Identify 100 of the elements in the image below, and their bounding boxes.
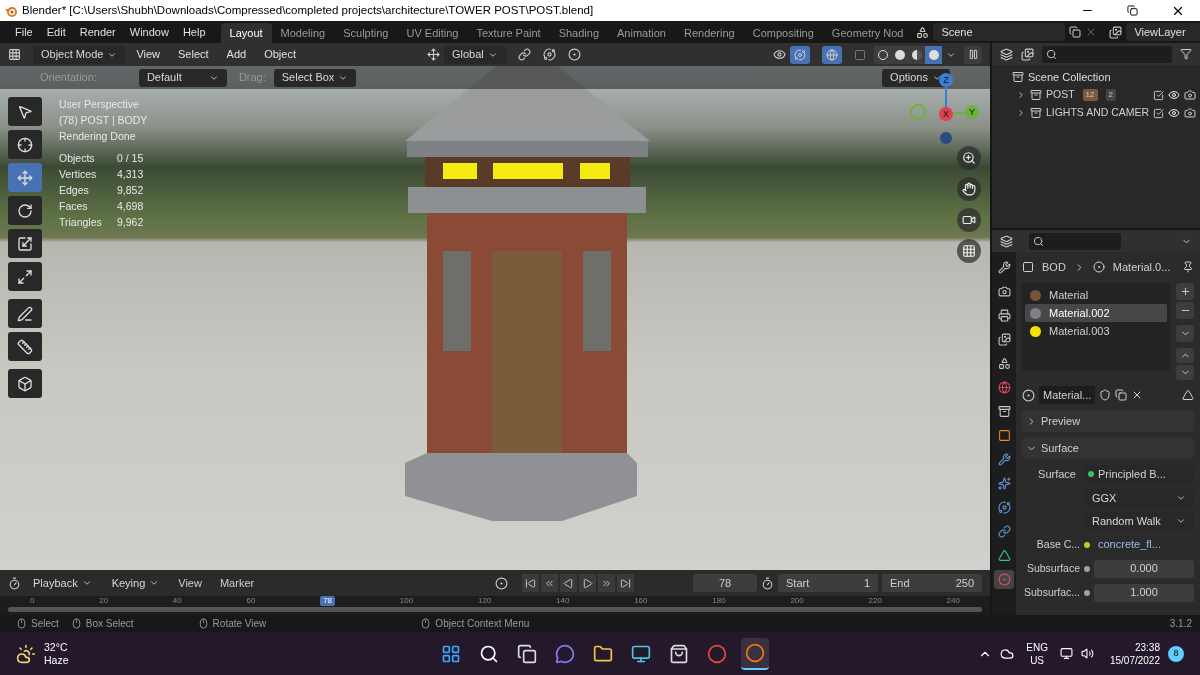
scene-field[interactable]: Scene: [933, 23, 1066, 41]
menu-item[interactable]: Select: [171, 46, 216, 63]
notification-badge[interactable]: 8: [1168, 645, 1184, 662]
subsurface-method-dropdown[interactable]: Random Walk: [1084, 512, 1194, 530]
workspace-tab[interactable]: Layout: [220, 23, 272, 43]
pin-icon[interactable]: [1182, 261, 1194, 273]
material-slot[interactable]: Material.002: [1025, 304, 1167, 322]
panel-header[interactable]: Surface: [1022, 437, 1194, 459]
camera-icon[interactable]: [1184, 107, 1196, 119]
workspace-tab[interactable]: Shading: [549, 23, 609, 43]
tool-button[interactable]: [8, 196, 42, 225]
material-name-field[interactable]: Material...: [1039, 386, 1096, 404]
record-icon[interactable]: [495, 576, 509, 590]
view-layer-field[interactable]: ViewLayer: [1126, 23, 1200, 41]
menu-item[interactable]: View: [171, 574, 209, 592]
workspace-tab[interactable]: Sculpting: [334, 23, 398, 43]
region-text[interactable]: US: [1030, 653, 1045, 667]
workspace-tab[interactable]: UV Editing: [397, 23, 468, 43]
outliner-item[interactable]: POST: [1046, 87, 1075, 103]
clock-date[interactable]: 15/07/2022: [1109, 653, 1160, 667]
tool-button[interactable]: [8, 299, 42, 328]
playback-button[interactable]: [541, 574, 559, 592]
workspace-tab[interactable]: Compositing: [743, 23, 823, 43]
texture-link-field[interactable]: concrete_fl...: [1094, 535, 1194, 554]
distribution-dropdown[interactable]: GGX: [1084, 489, 1194, 507]
camera-icon[interactable]: [1184, 89, 1196, 101]
checkbox-icon[interactable]: [1153, 89, 1164, 101]
snap-icon[interactable]: [542, 48, 556, 61]
start-frame-field[interactable]: Start 1: [778, 574, 878, 592]
duplicate-icon[interactable]: [1069, 26, 1082, 38]
number-field[interactable]: 0.000: [1094, 559, 1194, 578]
material-slot[interactable]: Material: [1025, 286, 1167, 304]
filter-icon[interactable]: [1180, 48, 1192, 60]
menu-item[interactable]: Marker: [212, 574, 262, 592]
tool-button[interactable]: [8, 130, 42, 159]
end-frame-field[interactable]: End 250: [882, 574, 982, 592]
move-up-button[interactable]: [1176, 348, 1194, 363]
tool-button[interactable]: [8, 229, 42, 258]
playback-button[interactable]: [560, 574, 578, 592]
menu-item[interactable]: Window: [122, 23, 176, 41]
menu-item[interactable]: Add: [219, 46, 254, 63]
editor-type-icon[interactable]: [8, 48, 21, 61]
shading-mode-button[interactable]: [925, 45, 942, 64]
move-down-button[interactable]: [1176, 365, 1194, 380]
number-field[interactable]: 1.000: [1094, 583, 1194, 602]
playback-button[interactable]: [598, 574, 616, 592]
eye-icon[interactable]: [1168, 107, 1181, 119]
pivot-icon[interactable]: [517, 48, 531, 61]
mode-dropdown[interactable]: Object Mode: [33, 45, 126, 64]
proportional-icon[interactable]: [567, 48, 581, 61]
playback-button[interactable]: [617, 574, 635, 592]
menu-item[interactable]: View: [129, 46, 168, 63]
language-text[interactable]: ENG: [1026, 640, 1048, 654]
specials-button[interactable]: [1176, 325, 1194, 342]
timeline-scrollbar[interactable]: [8, 607, 982, 612]
search-field[interactable]: [1029, 232, 1121, 250]
workspace-tab[interactable]: Modeling: [271, 23, 335, 43]
workspace-tab[interactable]: Animation: [608, 23, 675, 43]
tool-button[interactable]: [8, 369, 42, 398]
menu-dropdown[interactable]: Playback: [25, 574, 100, 592]
current-frame-field[interactable]: 78: [693, 574, 757, 592]
menu-item[interactable]: Help: [175, 23, 213, 41]
cloud-icon[interactable]: [1000, 646, 1015, 661]
network-icon[interactable]: [1059, 647, 1073, 660]
workspace-tab[interactable]: Geometry Nod: [822, 23, 913, 43]
add-slot-button[interactable]: [1176, 283, 1194, 300]
workspace-tab[interactable]: Texture Paint: [467, 23, 550, 43]
clock-time[interactable]: 23:38: [1134, 640, 1160, 654]
pause-button[interactable]: [964, 45, 982, 64]
shading-mode-button[interactable]: [908, 45, 925, 64]
volume-icon[interactable]: [1080, 647, 1094, 660]
overlay-toggle[interactable]: [822, 45, 842, 64]
menu-item[interactable]: File: [8, 23, 40, 41]
menu-item[interactable]: Edit: [39, 23, 73, 41]
taskbar-app[interactable]: [740, 637, 769, 670]
display-mode-icon[interactable]: [1000, 47, 1013, 61]
tool-button[interactable]: [8, 332, 42, 361]
panel-header[interactable]: Preview: [1022, 410, 1194, 432]
tool-button[interactable]: [8, 97, 42, 126]
editor-type-icon[interactable]: [1000, 234, 1013, 248]
remove-slot-button[interactable]: [1176, 302, 1194, 319]
menu-item[interactable]: Object: [257, 46, 303, 63]
gizmo-toggle[interactable]: [790, 45, 810, 64]
outliner-item[interactable]: Scene Collection: [1028, 68, 1111, 86]
shading-mode-button[interactable]: [874, 45, 891, 64]
shield-icon[interactable]: [1099, 389, 1112, 401]
menu-item[interactable]: Render: [72, 23, 123, 41]
view-layer-icon[interactable]: [1021, 47, 1034, 61]
editor-type-icon[interactable]: [8, 576, 21, 590]
triangle-icon[interactable]: [1182, 389, 1194, 401]
tool-button[interactable]: [8, 262, 42, 291]
visibility-icon[interactable]: [773, 48, 786, 61]
xray-icon[interactable]: [854, 48, 866, 61]
search-field[interactable]: [1042, 45, 1172, 63]
orientation-dropdown[interactable]: Global: [444, 45, 506, 64]
duplicate-icon[interactable]: [1115, 389, 1128, 401]
outliner-item[interactable]: LIGHTS AND CAMER: [1045, 105, 1150, 121]
eye-icon[interactable]: [1168, 89, 1180, 101]
checkbox-icon[interactable]: [1153, 107, 1165, 119]
menu-dropdown[interactable]: Keying: [103, 574, 168, 592]
